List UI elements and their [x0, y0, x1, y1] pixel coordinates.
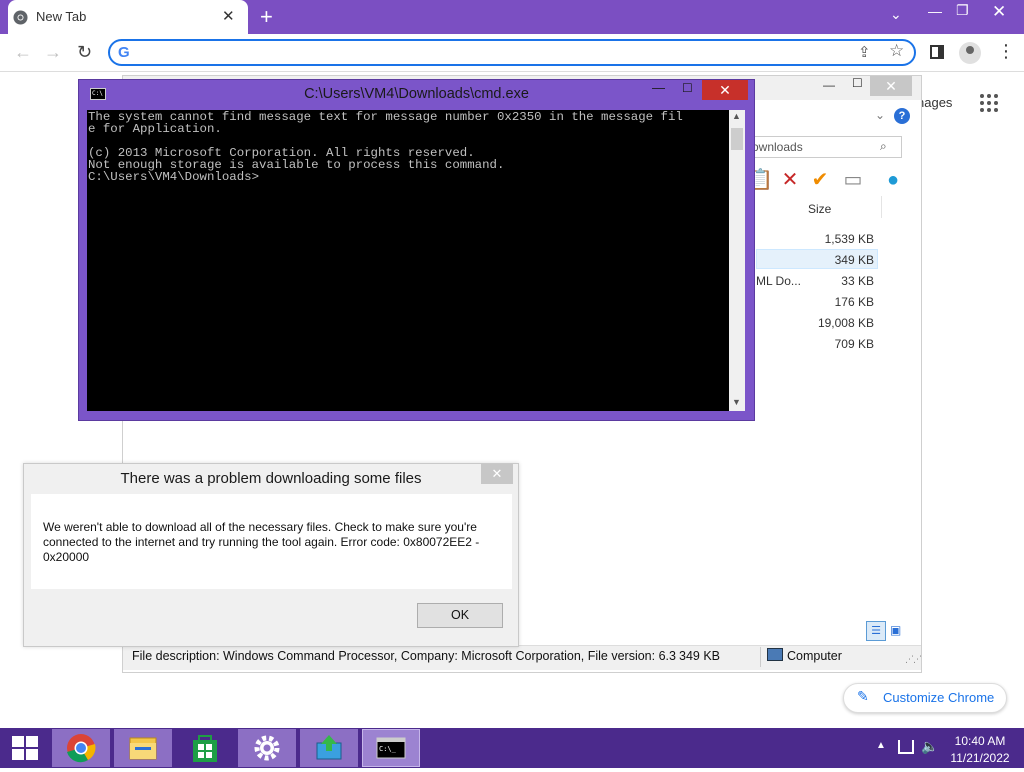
store-bag-icon	[193, 735, 217, 762]
computer-icon	[767, 648, 783, 661]
cmd-prompt-icon: C:\_	[376, 737, 406, 759]
file-size[interactable]: 33 KB	[760, 274, 874, 288]
cmd-close-button[interactable]: ✕	[702, 80, 748, 100]
file-size[interactable]: 349 KB	[760, 253, 874, 267]
chrome-logo-icon	[67, 734, 96, 763]
profile-avatar-icon[interactable]	[959, 42, 981, 64]
size-column-header[interactable]: Size	[808, 202, 831, 216]
taskbar-settings-button[interactable]	[238, 729, 296, 767]
explorer-search-text: ownloads	[752, 140, 803, 154]
tab-search-chevron-icon[interactable]: ⌄	[890, 6, 902, 23]
column-divider	[881, 196, 882, 218]
address-dropdown-icon[interactable]: ⌄	[875, 108, 885, 122]
help-icon[interactable]: ?	[894, 108, 910, 124]
large-icons-view-icon[interactable]: ▣	[890, 623, 901, 637]
delete-x-icon[interactable]: ✕	[778, 168, 802, 192]
minimize-button[interactable]: —	[928, 3, 942, 19]
console-scrollbar[interactable]	[729, 110, 745, 411]
download-tool-icon	[316, 735, 342, 760]
chrome-icon	[13, 10, 28, 25]
clock-time[interactable]: 10:40 AM	[944, 734, 1016, 748]
file-size[interactable]: 1,539 KB	[760, 232, 874, 246]
new-tab-button[interactable]: +	[260, 4, 273, 30]
images-link[interactable]: nages	[917, 95, 952, 110]
cmd-minimize-button[interactable]: —	[652, 80, 665, 95]
start-button[interactable]	[12, 736, 39, 760]
console-output: The system cannot find message text for …	[88, 111, 683, 183]
taskbar-file-explorer-button[interactable]	[114, 729, 172, 767]
customize-chrome-label: Customize Chrome	[883, 690, 995, 705]
bookmark-star-icon[interactable]: ☆	[889, 41, 904, 61]
address-bar[interactable]	[108, 39, 916, 66]
close-window-button[interactable]: ✕	[992, 2, 1006, 22]
search-icon[interactable]: ⌕	[880, 139, 887, 154]
status-location: Computer	[787, 649, 842, 663]
explorer-maximize-button[interactable]: ☐	[852, 76, 863, 90]
tab-title: New Tab	[36, 9, 87, 24]
back-arrow-icon[interactable]: ←	[14, 42, 32, 63]
explorer-close-button[interactable]: ✕	[870, 76, 912, 96]
status-file-size: 349 KB	[679, 649, 721, 663]
gear-icon	[254, 735, 280, 761]
google-g-icon: G	[118, 44, 130, 61]
reload-icon[interactable]: ↻	[77, 42, 92, 63]
explorer-minimize-button[interactable]: —	[823, 78, 835, 92]
scroll-up-arrow-icon[interactable]: ▲	[732, 111, 741, 121]
file-size[interactable]: 176 KB	[760, 295, 874, 309]
volume-icon[interactable]: 🔈	[921, 738, 938, 755]
pencil-icon: ✎	[857, 688, 869, 704]
network-icon[interactable]	[898, 740, 914, 754]
dialog-message: We weren't able to download all of the n…	[43, 520, 480, 564]
tab-close-icon[interactable]: ✕	[222, 7, 235, 25]
taskbar-store-button[interactable]	[176, 729, 234, 767]
status-divider	[760, 647, 761, 667]
share-icon[interactable]: ⇪	[858, 43, 871, 61]
svg-text:C:\_: C:\_	[379, 745, 397, 753]
status-file-description: File description: Windows Command Proces…	[132, 649, 677, 663]
side-panel-icon[interactable]	[930, 45, 944, 59]
taskbar-cmd-button[interactable]: C:\_	[362, 729, 420, 767]
details-view-icon[interactable]: ☰	[866, 621, 886, 641]
folder-icon	[129, 737, 157, 760]
dialog-title: There was a problem downloading some fil…	[120, 470, 422, 487]
more-menu-icon[interactable]: ⋮	[997, 41, 1015, 62]
globe-icon[interactable]: ●	[881, 168, 905, 192]
window-icon[interactable]: ▭	[841, 168, 865, 192]
checkmark-icon[interactable]: ✔	[808, 168, 832, 192]
file-size[interactable]: 709 KB	[760, 337, 874, 351]
clock-date[interactable]: 11/21/2022	[944, 751, 1016, 765]
scrollbar-thumb[interactable]	[731, 128, 743, 150]
resize-grip-icon[interactable]: ⋰⋰	[905, 654, 922, 665]
restore-button[interactable]: ❐	[956, 2, 969, 19]
ok-button[interactable]: OK	[417, 603, 503, 628]
show-hidden-icons-icon[interactable]: ▲	[876, 740, 886, 751]
forward-arrow-icon[interactable]: →	[44, 42, 62, 63]
taskbar-media-tool-button[interactable]	[300, 729, 358, 767]
google-apps-icon[interactable]	[980, 94, 998, 112]
file-size[interactable]: 19,008 KB	[760, 316, 874, 330]
taskbar-chrome-button[interactable]	[52, 729, 110, 767]
cmd-maximize-button[interactable]: ☐	[682, 81, 693, 95]
dialog-close-button[interactable]: ✕	[481, 464, 513, 484]
scroll-down-arrow-icon[interactable]: ▼	[732, 397, 741, 407]
